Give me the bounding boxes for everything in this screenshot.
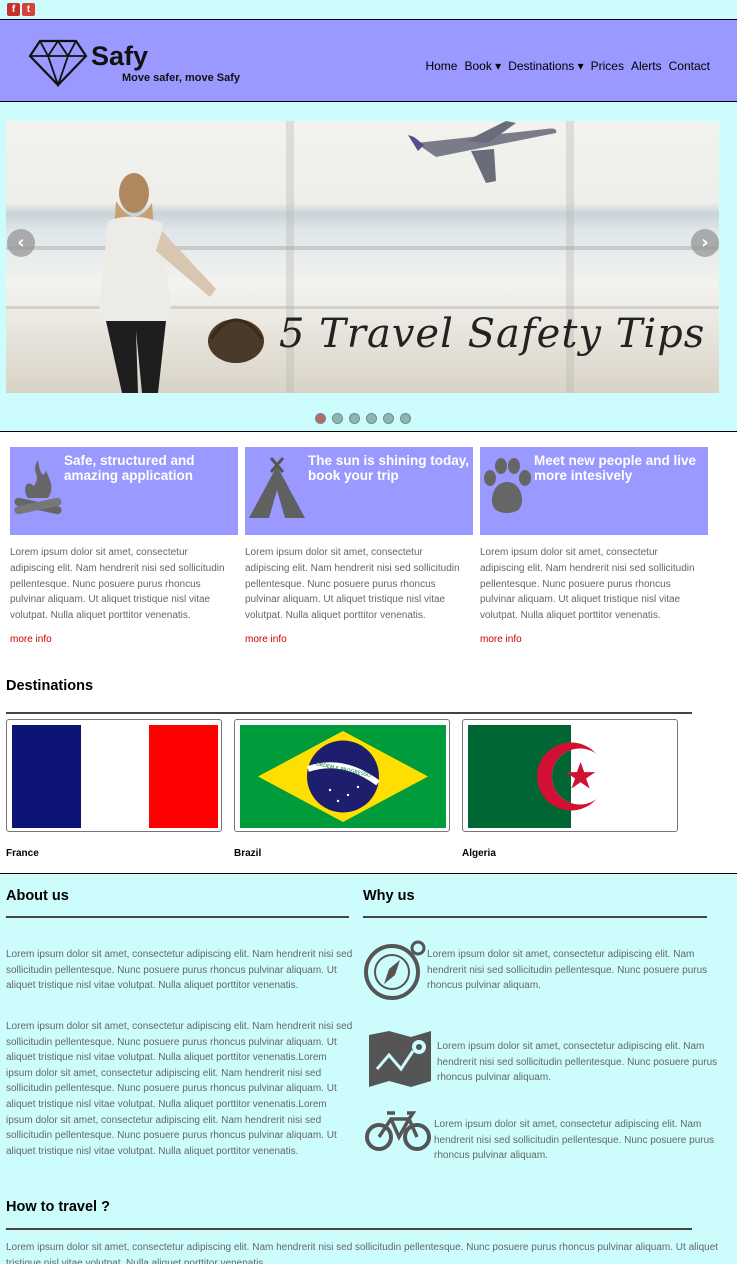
nav-item-prices[interactable]: Prices — [591, 59, 624, 73]
compass-icon — [364, 940, 426, 1000]
nav-item-destinations[interactable]: Destinations ▾ — [508, 59, 583, 73]
section-divider — [6, 712, 692, 714]
section-divider — [6, 1228, 692, 1230]
why-text: Lorem ipsum dolor sit amet, consectetur … — [437, 1041, 718, 1084]
feature-banner: The sun is shining today, book your trip — [245, 447, 473, 535]
section-divider — [6, 916, 349, 918]
destination-name[interactable]: Brazil — [234, 848, 261, 859]
brand-name[interactable]: Safy — [91, 41, 148, 72]
feature-title: The sun is shining today, book your trip — [308, 453, 470, 483]
slider-dot[interactable] — [349, 413, 360, 424]
paw-icon — [484, 458, 531, 513]
slider-pagination — [315, 413, 411, 424]
slider-dot[interactable] — [400, 413, 411, 424]
hero-slider: 5 Travel Safety Tips ‹ › — [0, 102, 737, 432]
slider-prev-button[interactable]: ‹ — [7, 229, 35, 257]
slider-dot[interactable] — [315, 413, 326, 424]
slide-image: 5 Travel Safety Tips ‹ › — [6, 121, 719, 393]
feature-card: The sun is shining today, book your trip… — [245, 447, 473, 645]
diamond-icon[interactable] — [28, 39, 88, 87]
destination-card-brazil[interactable]: ORDEM E PROGRESSO — [234, 719, 450, 832]
algeria-flag — [468, 725, 674, 828]
destination-name[interactable]: Algeria — [462, 848, 496, 859]
map-icon — [369, 1031, 431, 1087]
main-nav: Home Book ▾ Destinations ▾ Prices Alerts… — [425, 59, 710, 73]
how-title: How to travel ? — [6, 1199, 110, 1215]
feature-title: Meet new people and live more intesively — [534, 453, 697, 483]
about-title: About us — [6, 888, 69, 904]
nav-item-home[interactable]: Home — [425, 59, 457, 73]
france-flag — [12, 725, 218, 828]
why-text: Lorem ipsum dolor sit amet, consectetur … — [434, 1119, 715, 1162]
about-paragraph: Lorem ipsum dolor sit amet, consectetur … — [6, 1021, 353, 1157]
more-info-link[interactable]: more info — [245, 634, 473, 645]
info-section: About us Lorem ipsum dolor sit amet, con… — [0, 873, 737, 1264]
destination-card-france[interactable] — [6, 719, 222, 832]
destinations-title: Destinations — [6, 678, 94, 694]
feature-card: Safe, structured and amazing application… — [10, 447, 238, 645]
destination-card-algeria[interactable] — [462, 719, 678, 832]
feature-card: Meet new people and live more intesively… — [480, 447, 708, 645]
slider-dot[interactable] — [332, 413, 343, 424]
bicycle-icon — [365, 1111, 431, 1151]
more-info-link[interactable]: more info — [10, 634, 238, 645]
brand-tagline: Move safer, move Safy — [122, 72, 241, 84]
slide-caption: 5 Travel Safety Tips — [279, 311, 706, 357]
brazil-flag: ORDEM E PROGRESSO — [240, 725, 446, 828]
why-title: Why us — [363, 888, 415, 904]
slider-next-button[interactable]: › — [691, 229, 719, 257]
twitter-icon[interactable]: t — [22, 3, 35, 16]
slider-dot[interactable] — [366, 413, 377, 424]
campfire-icon — [14, 460, 62, 515]
feature-text: Lorem ipsum dolor sit amet, consectetur … — [480, 547, 695, 622]
feature-banner: Safe, structured and amazing application — [10, 447, 238, 535]
traveler-illustration — [98, 173, 264, 393]
feature-text: Lorem ipsum dolor sit amet, consectetur … — [10, 547, 225, 622]
how-text: Lorem ipsum dolor sit amet, consectetur … — [6, 1242, 719, 1264]
nav-item-contact[interactable]: Contact — [669, 59, 710, 73]
slider-dot[interactable] — [383, 413, 394, 424]
nav-item-book[interactable]: Book ▾ — [464, 59, 501, 73]
tent-icon — [249, 457, 305, 518]
more-info-link[interactable]: more info — [480, 634, 708, 645]
airplane-illustration — [408, 121, 557, 183]
why-text: Lorem ipsum dolor sit amet, consectetur … — [427, 949, 708, 992]
section-divider — [363, 916, 707, 918]
facebook-icon[interactable]: f — [7, 3, 20, 16]
site-header: Safy Move safer, move Safy Home Book ▾ D… — [0, 20, 737, 102]
feature-banner: Meet new people and live more intesively — [480, 447, 708, 535]
feature-text: Lorem ipsum dolor sit amet, consectetur … — [245, 547, 460, 622]
social-bar: f t — [0, 0, 737, 20]
feature-title: Safe, structured and amazing application — [64, 453, 195, 483]
about-paragraph: Lorem ipsum dolor sit amet, consectetur … — [6, 949, 353, 992]
destination-name[interactable]: France — [6, 848, 39, 859]
nav-item-alerts[interactable]: Alerts — [631, 59, 662, 73]
